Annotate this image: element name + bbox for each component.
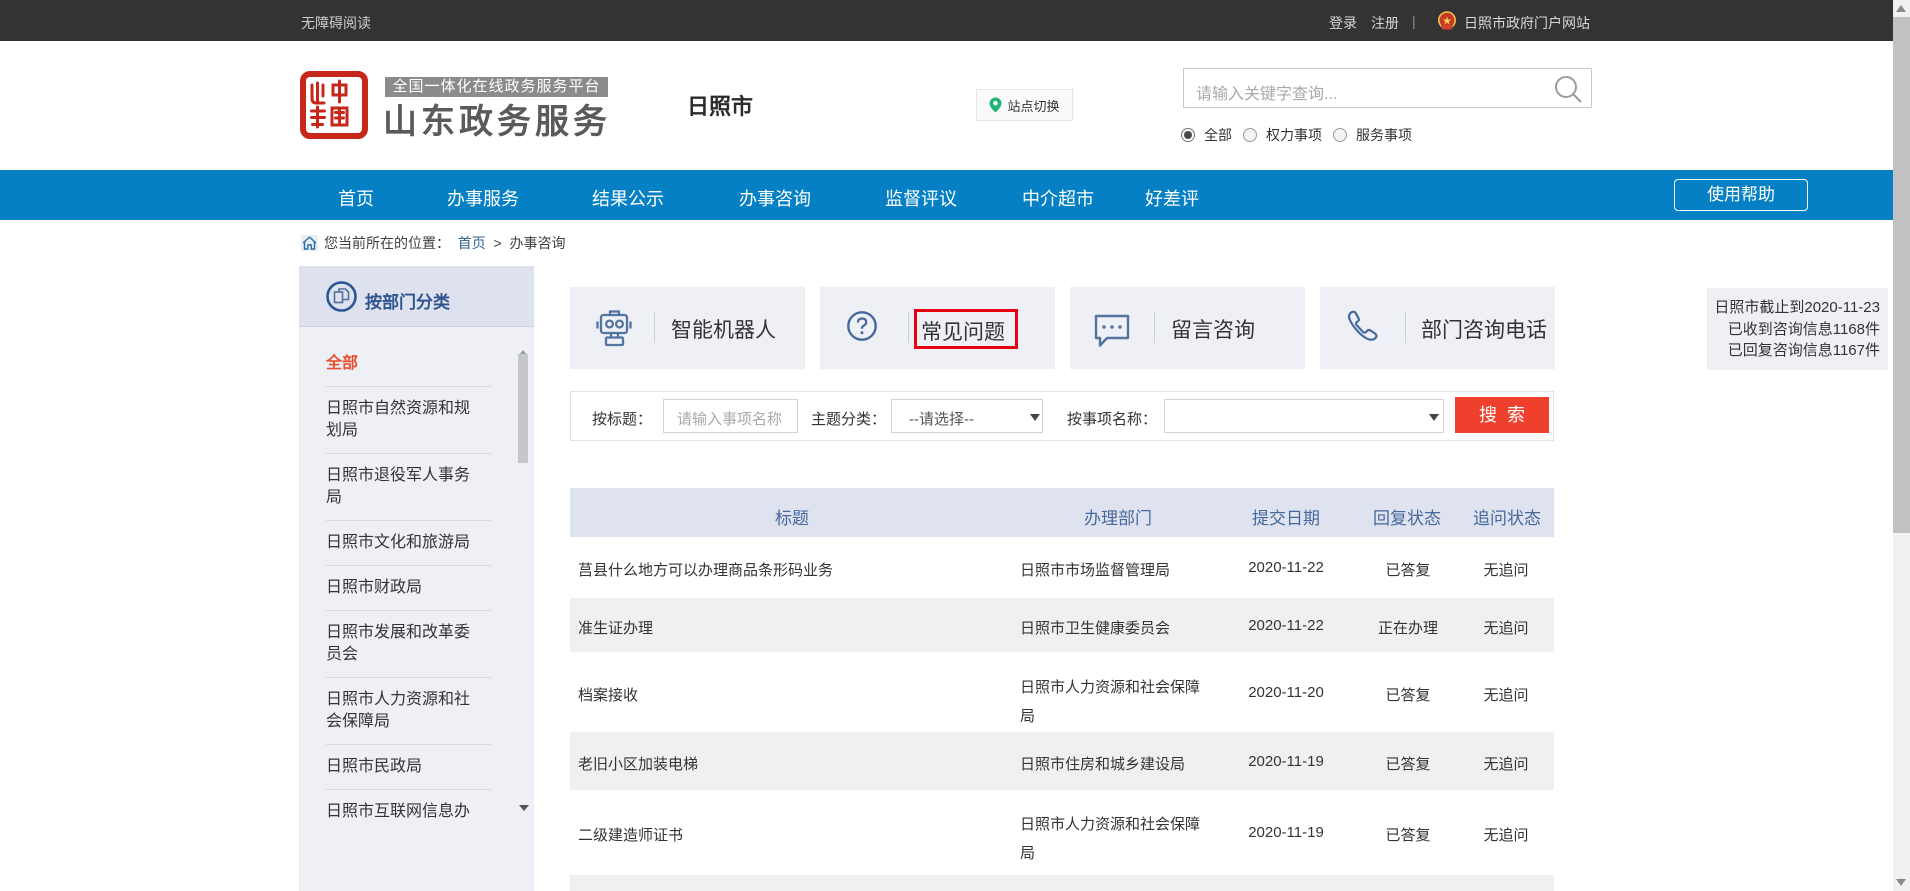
svg-text:★: ★ bbox=[1442, 16, 1451, 26]
